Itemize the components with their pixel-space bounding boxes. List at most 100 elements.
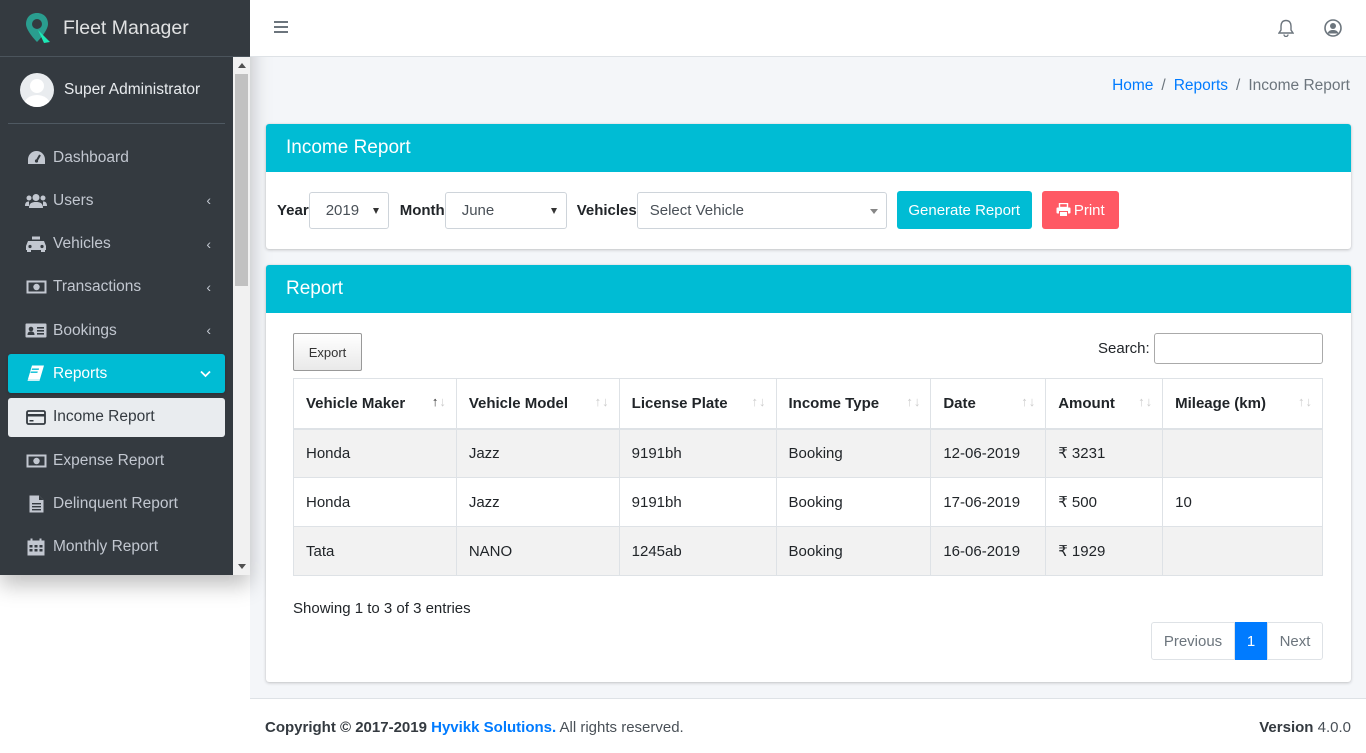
file-icon <box>25 495 47 513</box>
address-card-icon <box>25 322 47 340</box>
column-header[interactable]: Vehicle Model ↑↓ <box>455 378 620 430</box>
sidebar-item-vehicles[interactable]: Vehicles ‹ <box>8 225 225 264</box>
next-page-button[interactable]: Next <box>1267 622 1323 660</box>
report-table: Vehicle Maker ↑↓ Vehicle Model ↑↓ License Pl… <box>293 378 1323 576</box>
money-icon <box>25 452 47 470</box>
sidebar-item-dashboard[interactable]: Dashboard <box>8 138 225 177</box>
month-select-value: June <box>461 201 495 219</box>
sidebar-item-transactions[interactable]: Transactions ‹ <box>8 268 225 307</box>
top-navbar <box>250 0 1366 57</box>
version-label: Version <box>1259 719 1314 736</box>
table-row: Tata NANO 1245ab Booking 16-06-2019 ₹ 1929 <box>293 526 1323 576</box>
copyright-text: Copyright © 2017-2019 <box>265 719 427 736</box>
sidebar-item-bookings[interactable]: Bookings ‹ <box>8 311 225 350</box>
sort-arrows-icon: ↑↓ <box>1298 394 1313 409</box>
sidebar-item-label: Dashboard <box>53 148 129 166</box>
sidebar-item-label: Vehicles <box>53 235 111 253</box>
scroll-up-icon[interactable] <box>238 63 246 68</box>
table-cell: 10 <box>1162 477 1323 527</box>
brand[interactable]: Fleet Manager <box>0 0 250 57</box>
table-cell: 9191bh <box>618 477 777 527</box>
export-button[interactable]: Export <box>293 333 362 371</box>
table-row: Honda Jazz 9191bh Booking 17-06-2019 ₹ 500 10 <box>293 477 1323 527</box>
month-select[interactable]: June <box>444 191 567 229</box>
column-header[interactable]: Vehicle Maker ↑↓ <box>293 378 457 430</box>
sidebar-item-label: Monthly Report <box>53 538 159 556</box>
sidebar-item-label: Reports <box>53 364 108 382</box>
column-header[interactable]: Amount ↑↓ <box>1045 378 1164 430</box>
tachometer-icon <box>25 149 47 167</box>
vehicle-select-value: Select Vehicle <box>649 201 744 219</box>
footer-copyright: Copyright © 2017-2019 Hyvikk Solutions. … <box>265 719 684 736</box>
chevron-left-icon: ‹ <box>206 322 211 339</box>
print-button[interactable]: Print <box>1041 191 1119 229</box>
sidebar-nav: Dashboard Users ‹ Vehicles ‹ Transaction… <box>0 138 233 567</box>
table-header-row: Vehicle Maker ↑↓ Vehicle Model ↑↓ License Pl… <box>293 378 1323 430</box>
users-icon <box>25 192 47 210</box>
table-cell: Booking <box>775 428 932 478</box>
table-cell: 1245ab <box>618 526 777 576</box>
user-circle-icon[interactable] <box>1324 19 1342 41</box>
breadcrumb-home[interactable]: Home <box>1112 77 1153 95</box>
table-cell: 17-06-2019 <box>930 477 1047 527</box>
book-icon <box>25 365 47 383</box>
user-panel[interactable]: Super Administrator <box>8 57 225 124</box>
column-header-label: Income Type <box>788 394 880 412</box>
report-card: Report Export Search: Vehicle Maker ↑↓ Veh… <box>266 265 1351 682</box>
table-cell: Honda <box>293 428 457 478</box>
table-body: Honda Jazz 9191bh Booking 12-06-2019 ₹ 3231 Ho… <box>293 428 1323 576</box>
sidebar-item-label: Users <box>53 191 94 209</box>
scroll-down-icon[interactable] <box>238 564 246 569</box>
sidebar-item-monthly-report[interactable]: Monthly Report <box>8 528 225 567</box>
credit-card-icon <box>25 408 47 426</box>
sidebar-item-reports[interactable]: Reports <box>8 354 225 394</box>
scroll-thumb[interactable] <box>235 74 248 286</box>
version-value: 4.0.0 <box>1317 719 1351 736</box>
table-cell <box>1162 526 1323 576</box>
sidebar-item-label: Transactions <box>53 278 142 296</box>
footer: Copyright © 2017-2019 Hyvikk Solutions. … <box>250 698 1366 753</box>
column-header[interactable]: Mileage (km) ↑↓ <box>1162 378 1323 430</box>
previous-page-button[interactable]: Previous <box>1151 622 1235 660</box>
column-header[interactable]: Income Type ↑↓ <box>775 378 932 430</box>
print-icon <box>1056 203 1071 217</box>
table-cell: NANO <box>455 526 620 576</box>
menu-toggle-icon[interactable] <box>274 21 288 35</box>
column-header[interactable]: Date ↑↓ <box>930 378 1047 430</box>
sort-arrows-icon: ↑↓ <box>906 394 922 409</box>
pagination: Previous 1 Next <box>1151 622 1323 660</box>
taxi-icon <box>25 235 47 253</box>
search-input[interactable] <box>1154 333 1323 364</box>
sidebar-item-expense-report[interactable]: Expense Report <box>8 441 225 480</box>
caret-down-icon <box>372 207 379 214</box>
table-cell: 9191bh <box>618 428 777 478</box>
caret-down-icon <box>869 208 878 214</box>
table-cell: Honda <box>293 477 457 527</box>
sidebar-item-label: Delinquent Report <box>53 494 178 512</box>
company-link[interactable]: Hyvikk Solutions. <box>431 719 556 736</box>
fleet-logo-icon <box>24 12 52 44</box>
table-cell: Jazz <box>455 428 620 478</box>
column-header[interactable]: License Plate ↑↓ <box>618 378 777 430</box>
sidebar-item-income-report[interactable]: Income Report <box>8 397 225 437</box>
chevron-left-icon: ‹ <box>206 192 211 209</box>
sidebar-item-delinquent-report[interactable]: Delinquent Report <box>8 484 225 523</box>
column-header-label: Date <box>943 394 976 412</box>
year-select[interactable]: 2019 <box>308 191 389 229</box>
sidebar-item-users[interactable]: Users ‹ <box>8 181 225 220</box>
sidebar-spacer <box>0 575 250 753</box>
sidebar-scrollbar[interactable] <box>233 57 250 575</box>
table-cell: 12-06-2019 <box>930 428 1047 478</box>
vehicle-select[interactable]: Select Vehicle <box>636 191 887 229</box>
generate-report-button[interactable]: Generate Report <box>896 191 1032 229</box>
bell-icon[interactable] <box>1277 19 1295 41</box>
avatar <box>20 73 54 107</box>
card-title: Report <box>266 265 1351 313</box>
user-name: Super Administrator <box>64 81 201 98</box>
breadcrumb-reports[interactable]: Reports <box>1174 77 1228 95</box>
column-header-label: Amount <box>1058 394 1115 412</box>
page-1-button[interactable]: 1 <box>1235 622 1267 660</box>
table-cell: Jazz <box>455 477 620 527</box>
calendar-icon <box>25 538 47 556</box>
table-cell: ₹ 500 <box>1045 477 1164 527</box>
